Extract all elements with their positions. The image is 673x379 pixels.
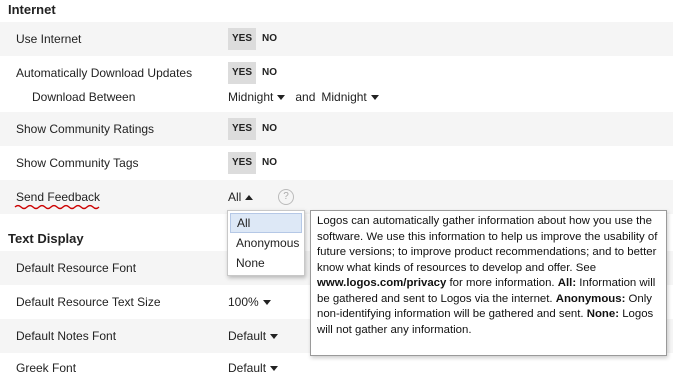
resource-font-label: Default Resource Font xyxy=(16,261,137,275)
feedback-option-all[interactable]: All xyxy=(230,213,302,233)
community-ratings-toggle: YES NO xyxy=(228,118,283,140)
feedback-dropdown-menu: All Anonymous None xyxy=(227,210,305,276)
feedback-help-tooltip: Logos can automatically gather informati… xyxy=(310,210,667,356)
resource-text-size-select[interactable]: 100% xyxy=(228,295,271,309)
tooltip-all-label: All: xyxy=(557,277,577,289)
community-tags-yes-button[interactable]: YES xyxy=(228,152,257,174)
tooltip-privacy-link: www.logos.com/privacy xyxy=(317,277,447,289)
use-internet-row: Use Internet YES NO xyxy=(0,22,673,56)
download-end-value: Midnight xyxy=(321,90,367,104)
community-ratings-yes-button[interactable]: YES xyxy=(228,118,257,140)
internet-section-title: Internet xyxy=(8,2,56,17)
download-start-select[interactable]: Midnight xyxy=(228,90,286,104)
notes-font-label: Default Notes Font xyxy=(16,329,117,343)
community-ratings-row: Show Community Ratings YES NO xyxy=(0,112,673,146)
resource-text-size-label: Default Resource Text Size xyxy=(16,295,161,309)
community-tags-row: Show Community Tags YES NO xyxy=(0,146,673,180)
auto-download-toggle: YES NO xyxy=(228,62,283,84)
auto-download-no-button[interactable]: NO xyxy=(256,62,283,84)
question-mark-icon[interactable]: ? xyxy=(278,189,294,205)
community-tags-no-button[interactable]: NO xyxy=(256,152,283,174)
send-feedback-select[interactable]: All xyxy=(228,190,254,204)
use-internet-label: Use Internet xyxy=(16,32,82,46)
resource-text-size-value: 100% xyxy=(228,295,259,309)
chevron-down-icon xyxy=(277,95,286,101)
use-internet-toggle: YES NO xyxy=(228,28,283,50)
download-between-label: Download Between xyxy=(32,90,136,104)
tooltip-intro: Logos can automatically gather informati… xyxy=(317,215,658,274)
use-internet-no-button[interactable]: NO xyxy=(256,28,283,50)
send-feedback-label: Send Feedback xyxy=(16,190,101,204)
partial-row-label: Greek Font xyxy=(16,361,77,375)
feedback-option-anonymous[interactable]: Anonymous xyxy=(230,233,302,253)
send-feedback-value: All xyxy=(228,190,242,204)
use-internet-yes-button[interactable]: YES xyxy=(228,28,257,50)
partial-row-value: Default xyxy=(228,361,267,375)
notes-font-value: Default xyxy=(228,329,267,343)
partial-row-select[interactable]: Default xyxy=(228,361,279,375)
community-tags-toggle: YES NO xyxy=(228,152,283,174)
partial-row: Greek Font Default xyxy=(0,355,673,379)
community-tags-label: Show Community Tags xyxy=(16,156,139,170)
notes-font-select[interactable]: Default xyxy=(228,329,279,343)
download-between-row: Download Between Midnight and Midnight xyxy=(0,82,673,112)
download-start-value: Midnight xyxy=(228,90,274,104)
spellcheck-underline xyxy=(14,204,100,210)
download-end-select[interactable]: Midnight xyxy=(321,90,379,104)
chevron-down-icon xyxy=(370,95,379,101)
chevron-down-icon xyxy=(262,299,271,305)
text-display-section-title: Text Display xyxy=(8,231,84,246)
community-ratings-no-button[interactable]: NO xyxy=(256,118,283,140)
and-label: and xyxy=(295,90,316,104)
chevron-down-icon xyxy=(270,333,279,339)
feedback-option-none[interactable]: None xyxy=(230,253,302,273)
chevron-up-icon xyxy=(245,194,254,200)
tooltip-none-label: None: xyxy=(586,308,620,320)
community-ratings-label: Show Community Ratings xyxy=(16,122,155,136)
tooltip-anonymous-label: Anonymous: xyxy=(555,292,626,305)
chevron-down-icon xyxy=(270,365,279,371)
download-between-controls: Midnight and Midnight xyxy=(228,90,379,104)
tooltip-after-link: for more information. xyxy=(446,277,558,289)
auto-download-label: Automatically Download Updates xyxy=(16,66,193,80)
auto-download-yes-button[interactable]: YES xyxy=(228,62,257,84)
